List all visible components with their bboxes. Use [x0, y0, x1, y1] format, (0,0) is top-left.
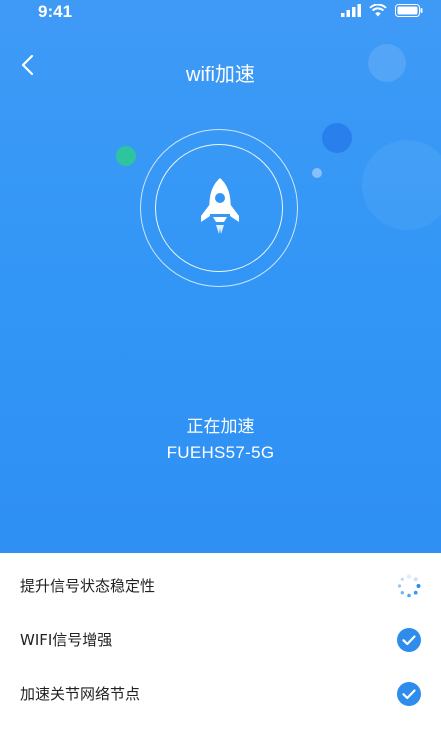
task-list: 提升信号状态稳定性 WIFI信号增强 加速关节网络节点: [0, 553, 441, 741]
list-item: WIFI信号增强: [0, 613, 441, 667]
task-label: 加速关节网络节点: [20, 685, 141, 703]
list-item: 加速关节网络节点: [0, 667, 441, 721]
signal-icon: [341, 4, 361, 17]
decor-bubble: [322, 123, 352, 153]
decor-bubble: [312, 168, 322, 178]
rocket-icon: [201, 178, 239, 234]
wifi-icon: [369, 4, 387, 17]
check-circle-icon: [397, 682, 421, 706]
decor-bubble: [368, 44, 406, 82]
boost-status: 正在加速: [186, 417, 255, 437]
check-circle-icon: [397, 628, 421, 652]
status-time: 9:41: [38, 2, 73, 21]
decor-bubble: [362, 140, 441, 230]
hero-panel: 9:41 wifi加速 正在加速 FUEHS57-5G: [0, 0, 441, 553]
task-label: WIFI信号增强: [20, 631, 113, 649]
loading-spinner-icon: [397, 574, 421, 598]
status-bar: 9:41: [0, 0, 441, 24]
list-item: 提升信号状态稳定性: [0, 559, 441, 613]
status-icons: [341, 4, 423, 17]
decor-bubble: [116, 146, 136, 166]
battery-icon: [395, 4, 423, 17]
network-ssid: FUEHS57-5G: [166, 443, 275, 462]
wifi-boost-screen: 9:41 wifi加速 正在加速 FUEHS57-5G 提升信号状态稳定性 WI…: [0, 0, 441, 741]
task-label: 提升信号状态稳定性: [20, 577, 156, 595]
